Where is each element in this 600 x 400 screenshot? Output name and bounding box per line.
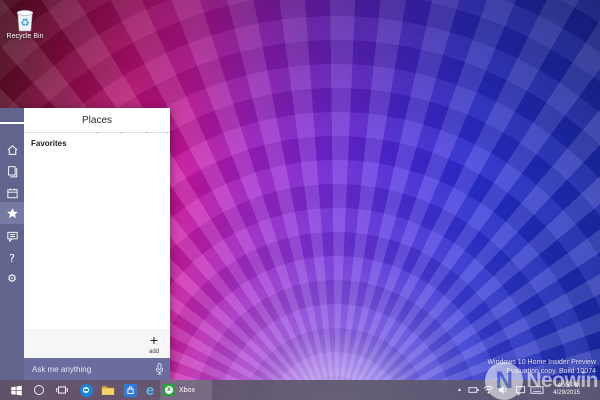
windows-logo-icon (10, 384, 23, 397)
cortana-panel-main: Places + + + + Favorites + add (24, 108, 170, 380)
panel-header: Places (24, 108, 170, 133)
store-bag-icon (124, 384, 137, 397)
help-icon[interactable]: ? (0, 248, 24, 268)
xbox-icon: x (163, 384, 175, 396)
panel-footer: + add (24, 330, 170, 358)
panel-title: Places (82, 115, 112, 126)
add-place-button[interactable]: + add (142, 331, 166, 359)
home-icon[interactable] (0, 139, 24, 159)
microphone-icon[interactable] (154, 362, 165, 376)
touch-keyboard-icon[interactable] (530, 380, 544, 400)
clock-date: 4/29/2015 (553, 390, 580, 397)
folder-icon (101, 384, 115, 396)
hamburger-menu-icon[interactable] (0, 113, 24, 133)
plus-icon: + (142, 331, 166, 349)
ie-icon: e (146, 383, 154, 398)
add-button-label: add (142, 349, 166, 355)
store-button[interactable] (120, 380, 140, 400)
taskbar: e x Xbox ▲ 4:35 PM 4/29/2015 (0, 380, 600, 400)
cortana-sidebar: ? ⚙ (0, 108, 24, 380)
plus-mark-icon: + (120, 131, 124, 137)
tray-clock[interactable]: 4:35 PM 4/29/2015 (553, 380, 580, 400)
xbox-button-label: Xbox (179, 387, 195, 394)
recycle-symbol: ♻ (20, 17, 29, 29)
tray-overflow-button[interactable]: ▲ (457, 380, 462, 400)
cortana-ring-icon (34, 385, 44, 395)
volume-icon[interactable] (498, 380, 508, 400)
task-view-icon (55, 384, 69, 396)
action-center-icon[interactable] (515, 380, 526, 400)
favorites-section-header: Favorites (31, 139, 170, 148)
help-glyph: ? (9, 253, 15, 264)
task-view-button[interactable] (52, 380, 72, 400)
os-build-watermark: Windows 10 Home Insider Preview Evaluati… (487, 358, 596, 376)
recycle-bin-shortcut[interactable]: ♻ Recycle Bin (2, 5, 48, 40)
internet-explorer-button[interactable]: e (140, 380, 160, 400)
xbox-taskbar-button[interactable]: x Xbox (160, 380, 212, 400)
blue-circle-app-icon (80, 384, 93, 397)
gear-glyph: ⚙ (7, 273, 17, 284)
watermark-line1: Windows 10 Home Insider Preview (487, 358, 596, 367)
plus-mark-icon: + (96, 131, 100, 137)
file-explorer-button[interactable] (98, 380, 118, 400)
cortana-search-box[interactable]: Ask me anything (24, 358, 170, 380)
plus-mark-icon: + (166, 131, 170, 137)
notebook-icon[interactable] (0, 161, 24, 181)
recycle-bin-icon: ♻ (13, 5, 37, 32)
cortana-circle-button[interactable] (30, 380, 48, 400)
cortana-places-panel: ? ⚙ Places + + + + Favorites + add Ask (0, 108, 170, 380)
chevron-up-icon: ▲ (457, 387, 462, 393)
desktop: ♻ Recycle Bin Windows 10 Home Insider Pr… (0, 0, 600, 400)
places-star-icon[interactable] (0, 202, 24, 224)
network-icon[interactable] (483, 380, 494, 400)
feedback-icon[interactable] (0, 226, 24, 246)
search-placeholder: Ask me anything (32, 365, 154, 374)
watermark-line2: Evaluation copy. Build 10074 (487, 367, 596, 376)
start-button[interactable] (5, 380, 27, 400)
settings-gear-icon[interactable]: ⚙ (0, 268, 24, 288)
clock-time: 4:35 PM (553, 383, 580, 390)
recycle-bin-label: Recycle Bin (2, 33, 48, 40)
battery-icon[interactable] (468, 380, 480, 400)
plus-mark-icon: + (145, 131, 149, 137)
calendar-icon[interactable] (0, 183, 24, 203)
pinned-app-blue-circle[interactable] (76, 380, 96, 400)
